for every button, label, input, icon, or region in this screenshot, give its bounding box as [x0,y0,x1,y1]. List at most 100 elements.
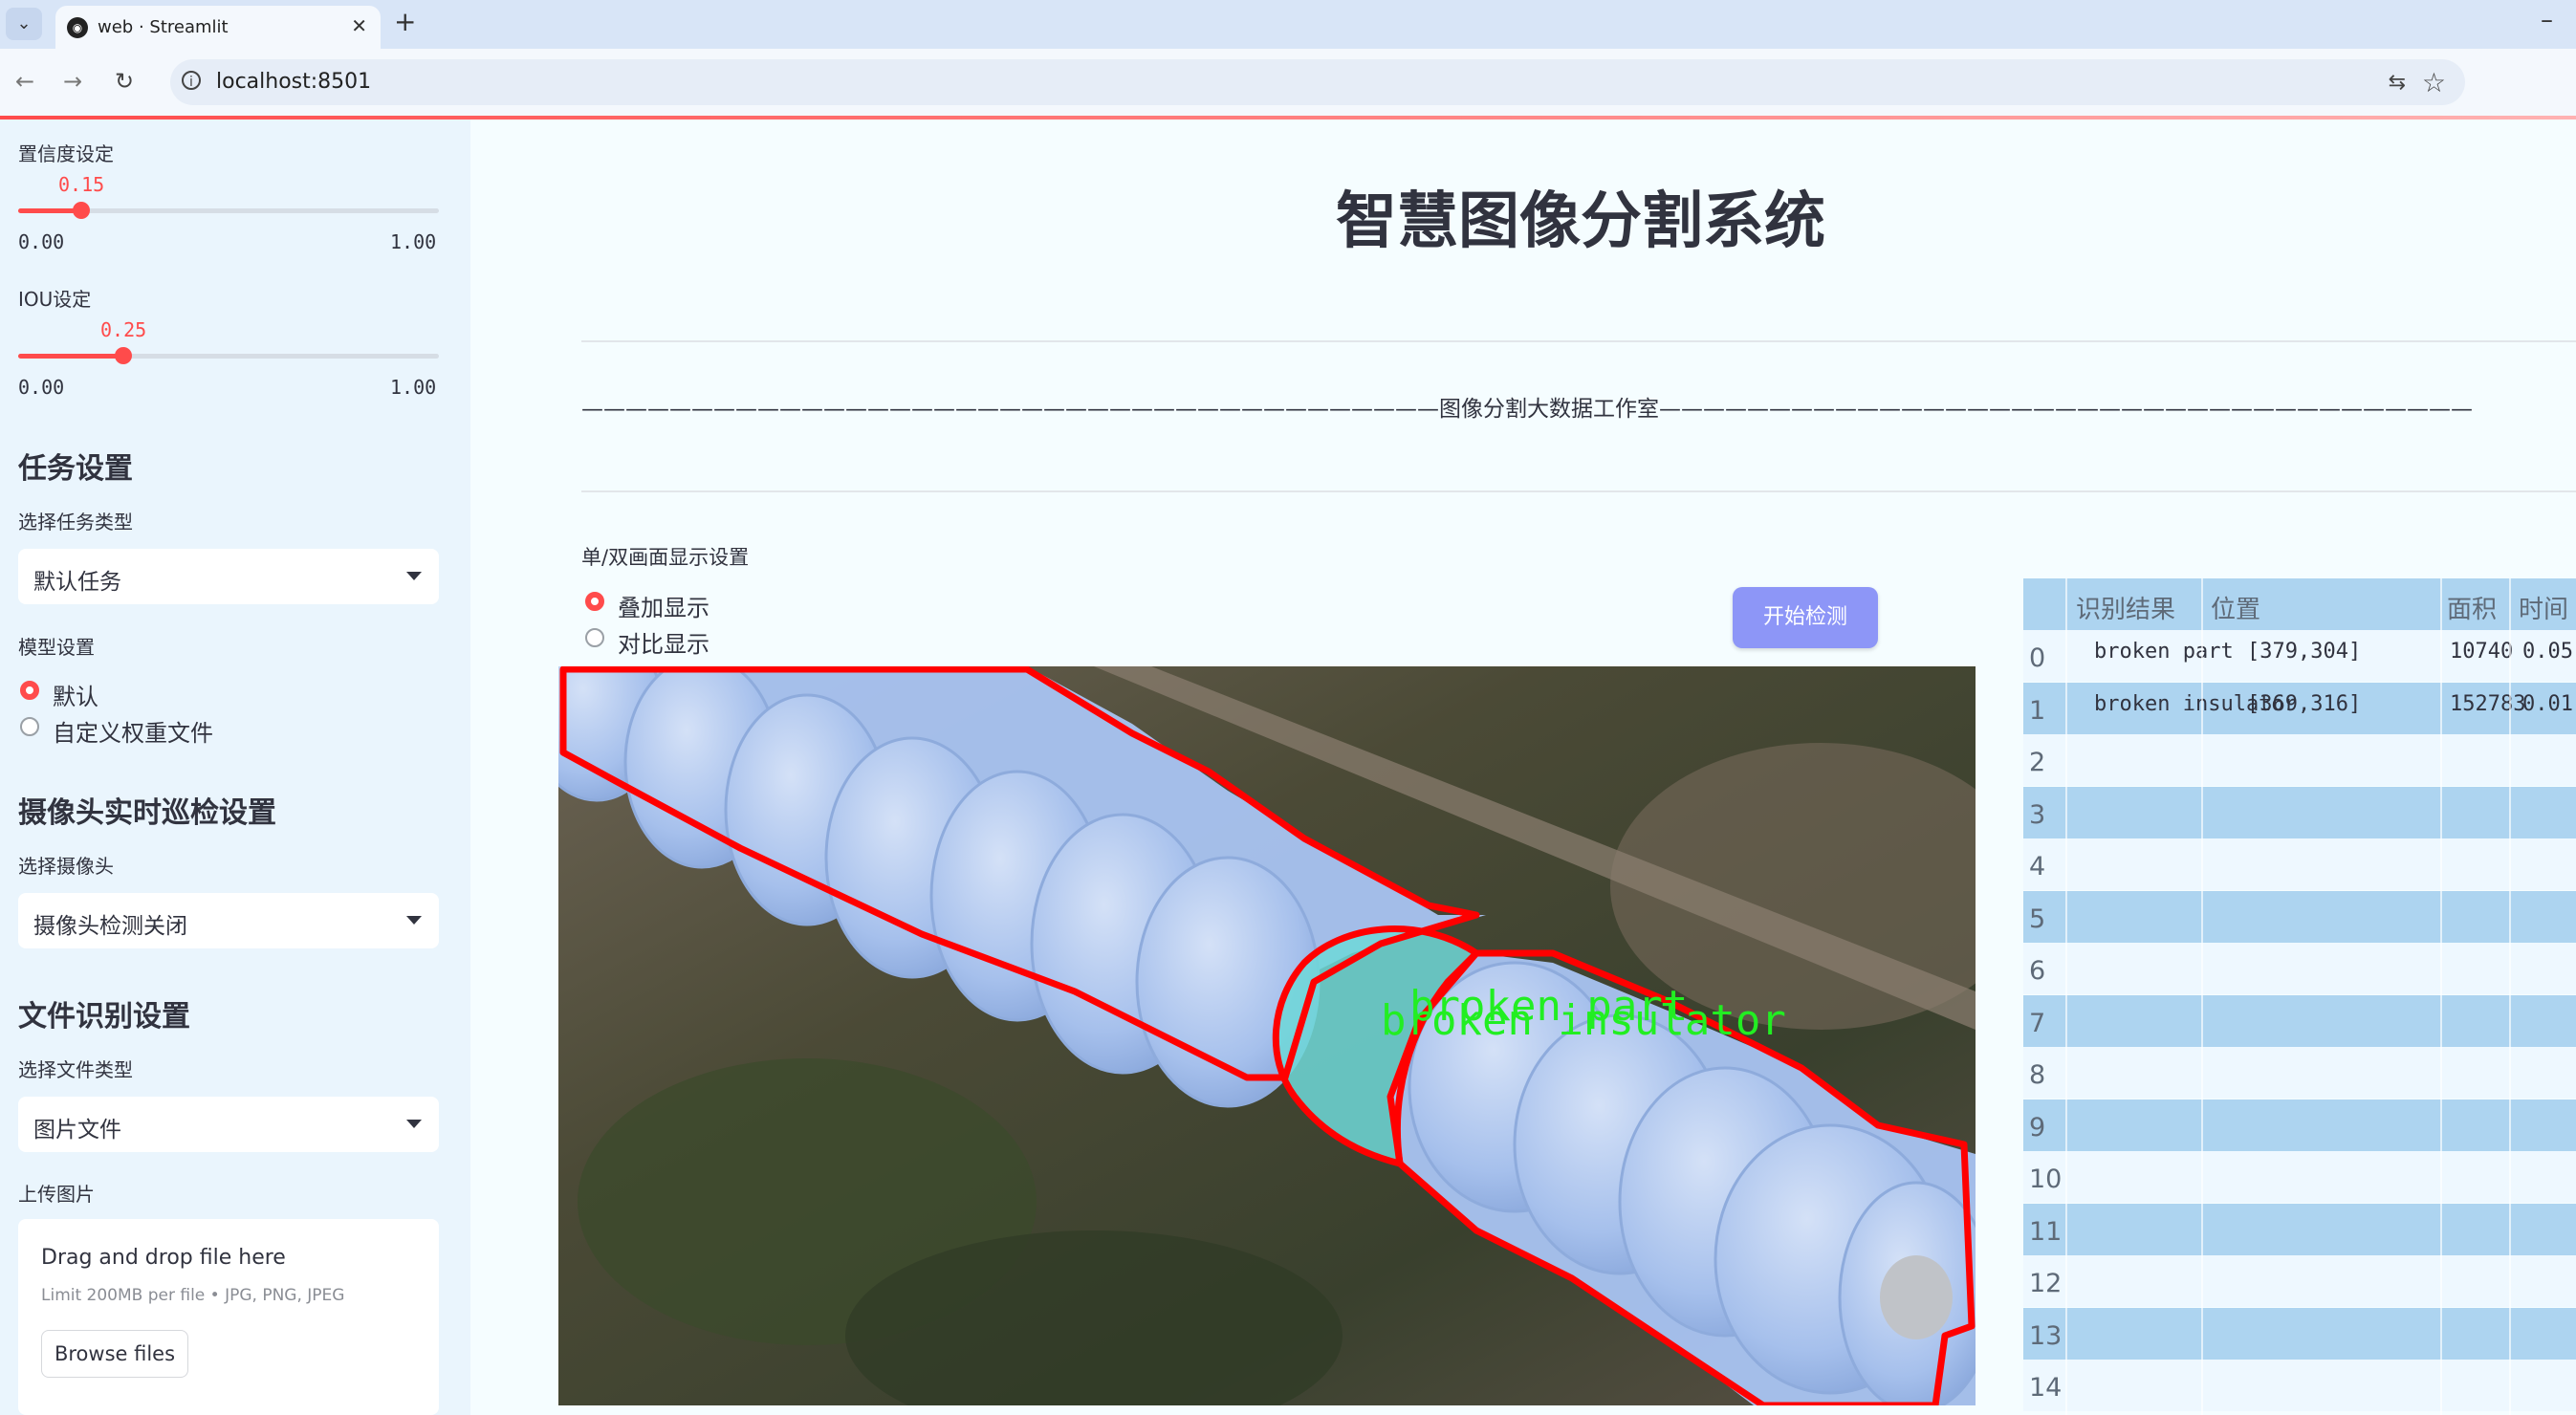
iou-slider-fill [18,354,123,359]
row-index: 0 [2029,643,2046,673]
label-broken-insulator: broken insulator [1381,996,1786,1045]
tab-title: web · Streamlit [98,17,229,37]
bookmark-star-icon[interactable]: ☆ [2422,67,2446,98]
tab-search-chevron-icon[interactable]: ⌄ [6,8,42,40]
start-detection-button[interactable]: 开始检测 [1733,587,1878,648]
camera-select-label: 选择摄像头 [18,855,114,878]
table-row[interactable]: 6 [2023,943,2576,994]
row-index: 11 [2029,1216,2063,1247]
table-row[interactable]: 4 [2023,838,2576,890]
column-header-result: 识别结果 [2076,596,2176,624]
table-row[interactable]: 9 [2023,1099,2576,1151]
divider [581,490,2576,492]
url-text: localhost:8501 [216,70,372,94]
results-table: 识别结果 位置 面积 时间 0 broken part [379,304] 10740… [2023,578,2576,1415]
iou-slider-min: 0.00 [18,376,65,399]
dropzone-limit-text: Limit 200MB per file • JPG, PNG, JPEG [41,1286,345,1305]
file-type-label: 选择文件类型 [18,1058,133,1081]
row-index: 12 [2029,1269,2063,1298]
table-row[interactable]: 0 broken part [379,304] 10740 0.05 [2023,630,2576,682]
cell-result: broken part [2094,640,2234,664]
task-type-value: 默认任务 [33,570,121,595]
address-bar: ← → ↻ i localhost:8501 ⇆ ☆ [0,49,2576,117]
site-info-icon[interactable]: i [182,71,201,90]
column-header-time: 时间 [2519,596,2569,624]
new-tab-plus-icon[interactable]: + [394,6,416,37]
browser-tab[interactable]: ◉ web · Streamlit ✕ [55,6,381,49]
browser-tab-bar: ⌄ ◉ web · Streamlit ✕ + – [0,0,2576,49]
row-index: 7 [2029,1008,2046,1038]
radio-selected-icon[interactable] [20,681,39,700]
iou-label: IOU设定 [18,288,92,311]
translate-icon[interactable]: ⇆ [2389,71,2406,95]
iou-slider-thumb[interactable] [115,347,132,364]
browse-files-button[interactable]: Browse files [41,1330,188,1378]
table-row[interactable]: 8 [2023,1047,2576,1099]
streamlit-favicon-icon: ◉ [67,17,88,38]
column-header-area: 面积 [2447,596,2498,624]
row-index: 3 [2029,799,2046,830]
column-header-position: 位置 [2211,596,2261,624]
table-row[interactable]: 1 broken insulator [369,316] 152783 0.01 [2023,682,2576,734]
radio-unselected-icon[interactable] [20,717,39,736]
row-index: 8 [2029,1060,2046,1090]
table-row[interactable]: 12 [2023,1255,2576,1307]
url-omnibox[interactable]: i localhost:8501 ⇆ ☆ [170,59,2465,105]
camera-settings-header: 摄像头实时巡检设置 [18,796,276,830]
table-row[interactable]: 11 [2023,1203,2576,1255]
chevron-down-icon [406,1120,422,1128]
file-type-select[interactable]: 图片文件 [18,1097,439,1152]
task-type-label: 选择任务类型 [18,511,133,533]
column-divider [2065,578,2067,1415]
table-row[interactable]: 10 [2023,1151,2576,1203]
row-index: 10 [2029,1165,2063,1194]
radio-unselected-icon[interactable] [585,628,604,647]
sidebar: 置信度设定 0.15 0.00 1.00 IOU设定 0.25 0.00 1.0… [0,120,470,1415]
table-row[interactable]: 7 [2023,994,2576,1047]
confidence-label: 置信度设定 [18,142,114,165]
row-index: 4 [2029,852,2046,882]
model-option-label: 默认 [53,684,98,710]
column-divider [2509,578,2511,1415]
cell-time: 0.01 [2522,691,2573,716]
forward-arrow-icon[interactable]: → [63,68,82,95]
file-settings-header: 文件识别设置 [18,1000,190,1034]
table-row[interactable]: 3 [2023,786,2576,838]
row-index: 1 [2029,695,2046,726]
column-divider [2440,578,2442,1415]
model-settings-label: 模型设置 [18,636,95,659]
reload-icon[interactable]: ↻ [115,68,134,95]
row-index: 6 [2029,956,2046,986]
display-mode-label: 单/双画面显示设置 [581,546,750,569]
camera-select[interactable]: 摄像头检测关闭 [18,893,439,948]
table-row[interactable]: 13 [2023,1307,2576,1360]
model-option-label: 自定义权重文件 [53,720,213,747]
task-type-select[interactable]: 默认任务 [18,549,439,604]
table-row[interactable]: 14 [2023,1360,2576,1411]
cell-area: 10740 [2450,640,2514,664]
page-title: 智慧图像分割系统 [1336,186,1825,257]
row-index: 9 [2029,1112,2046,1143]
table-row[interactable]: 2 [2023,734,2576,786]
segmentation-result-image: broken part broken insulator [558,666,1976,1405]
divider [581,340,2576,342]
display-option-label: 叠加显示 [618,595,709,621]
row-index: 13 [2029,1320,2063,1351]
tab-close-icon[interactable]: ✕ [351,14,367,37]
cell-area: 152783 [2450,691,2526,716]
column-divider [2201,578,2203,1415]
segmentation-canvas: broken part broken insulator [558,666,1976,1405]
iou-slider-track[interactable] [18,347,439,364]
cell-position: [369,316] [2247,691,2362,716]
studio-banner: ———————————————————————————————————————图… [581,397,2473,422]
back-arrow-icon[interactable]: ← [15,68,34,95]
window-minimize-icon[interactable]: – [2541,6,2553,34]
insulator-cap [1880,1255,1953,1339]
radio-selected-icon[interactable] [585,592,604,611]
row-index: 14 [2029,1373,2063,1403]
upload-image-label: 上传图片 [18,1183,95,1206]
chevron-down-icon [406,572,422,580]
file-dropzone[interactable]: Drag and drop file here Limit 200MB per … [18,1219,439,1415]
table-row[interactable]: 5 [2023,890,2576,943]
display-option-label: 对比显示 [618,631,709,658]
